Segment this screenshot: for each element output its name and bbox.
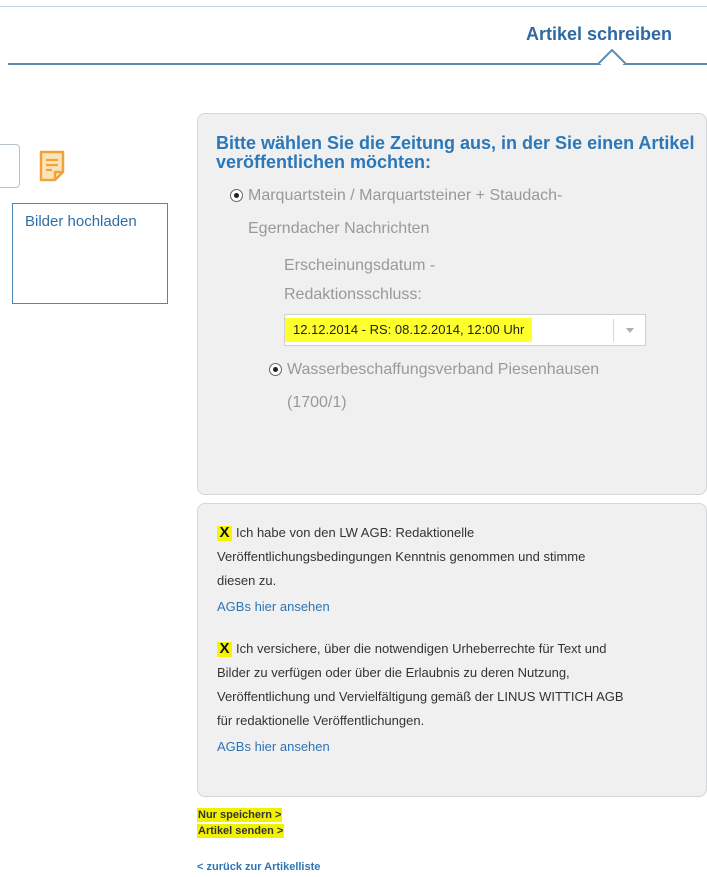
agb-text-line-1: Ich habe von den LW AGB: Redaktionelle: [236, 525, 475, 540]
left-input-field[interactable]: [0, 144, 20, 188]
issue-date-value: 12.12.2014 - RS: 08.12.2014, 12:00 Uhr: [285, 318, 533, 342]
copyright-text-line-1: Ich versichere, über die notwendigen Urh…: [236, 641, 607, 656]
newspaper-option-1-line-2[interactable]: Egerndacher Nachrichten: [248, 212, 429, 245]
agb-link-2[interactable]: AGBs hier ansehen: [217, 739, 330, 754]
upload-images-label: Bilder hochladen: [25, 213, 137, 230]
upload-images-button[interactable]: Bilder hochladen: [12, 203, 168, 304]
agb-text-line-3: diesen zu.: [217, 573, 277, 588]
newspaper-option-2-line-2[interactable]: (1700/1): [287, 386, 347, 419]
date-label-line-2: Redaktionsschluss:: [284, 286, 422, 303]
agb-link-1[interactable]: AGBs hier ansehen: [217, 599, 330, 614]
top-divider: [0, 6, 707, 7]
newspaper-selection-panel: Bitte wählen Sie die Zeitung aus, in der…: [197, 113, 707, 495]
agb-checkbox[interactable]: X: [217, 525, 232, 541]
note-icon[interactable]: [39, 150, 67, 182]
agb-text-line-2: Veröffentlichungsbedingungen Kenntnis ge…: [217, 549, 586, 564]
copyright-text-line-2: Bilder zu verfügen oder über die Erlaubn…: [217, 665, 570, 680]
save-only-link[interactable]: Nur speichern >: [197, 808, 283, 822]
newspaper-radio-wasserbeschaffung[interactable]: [269, 363, 282, 376]
date-label-line-1: Erscheinungsdatum -: [284, 257, 436, 274]
active-tab-indicator: [598, 49, 626, 66]
copyright-text-line-4: für redaktionelle Veröffentlichungen.: [217, 713, 425, 728]
newspaper-option-1-line-1[interactable]: Marquartstein / Marquartsteiner + Stauda…: [248, 179, 562, 212]
newspaper-heading: Bitte wählen Sie die Zeitung aus, in der…: [216, 133, 695, 172]
back-to-article-list-link[interactable]: < zurück zur Artikelliste: [197, 861, 320, 873]
issue-date-select[interactable]: 12.12.2014 - RS: 08.12.2014, 12:00 Uhr: [284, 314, 646, 346]
tab-artikel-schreiben[interactable]: Artikel schreiben: [526, 24, 672, 45]
newspaper-option-2-line-1[interactable]: Wasserbeschaffungsverband Piesenhausen: [287, 353, 599, 386]
chevron-down-icon[interactable]: [626, 328, 634, 333]
terms-panel: X Ich habe von den LW AGB: Redaktionelle…: [197, 503, 707, 797]
send-article-link[interactable]: Artikel senden >: [197, 824, 285, 838]
copyright-checkbox[interactable]: X: [217, 641, 232, 657]
newspaper-radio-marquartstein[interactable]: [230, 189, 243, 202]
select-divider: [613, 319, 614, 342]
copyright-text-line-3: Veröffentlichung und Vervielfältigung ge…: [217, 689, 624, 704]
